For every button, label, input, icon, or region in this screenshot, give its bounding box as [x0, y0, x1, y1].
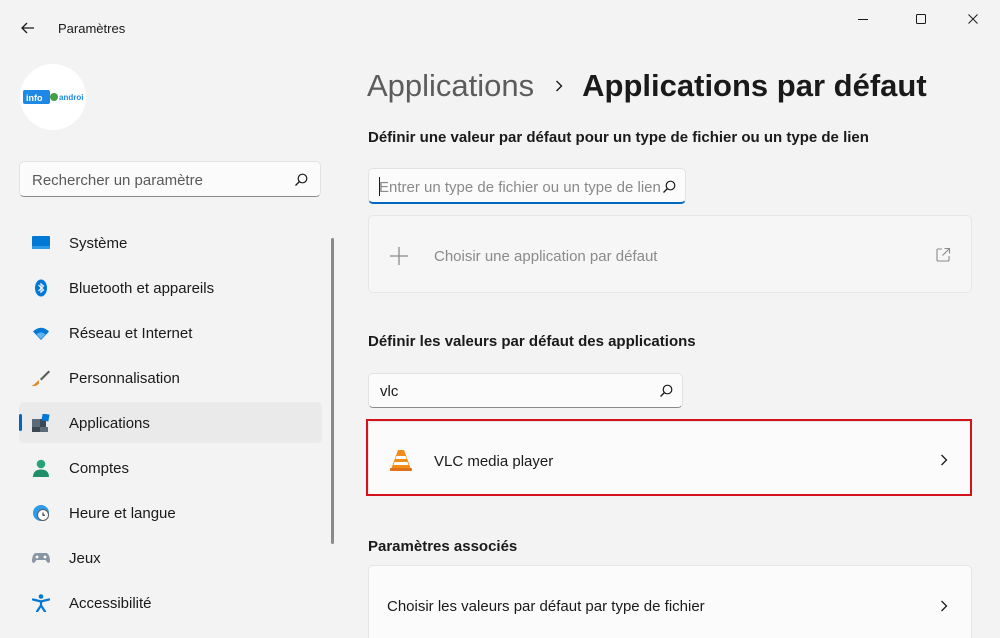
avatar-text-2: android: [59, 93, 84, 102]
bluetooth-icon: [35, 279, 47, 297]
text-caret: [379, 177, 380, 196]
breadcrumb: Applications Applications par défaut: [367, 66, 927, 106]
sidebar-item-personnalisation[interactable]: Personnalisation: [19, 357, 322, 398]
apps-icon: [32, 414, 50, 432]
minimize-icon: [858, 19, 868, 20]
app-search-input[interactable]: [380, 381, 640, 401]
chevron-right-icon: [941, 600, 948, 612]
open-external-icon: [936, 247, 951, 262]
selection-indicator: [19, 414, 22, 431]
sidebar-item-applications[interactable]: Applications: [19, 402, 322, 443]
close-icon: [968, 14, 978, 24]
choose-default-app-label: Choisir une application par défaut: [434, 248, 658, 265]
file-type-search-input[interactable]: [379, 177, 669, 197]
sidebar-item-accessibilite[interactable]: Accessibilité: [19, 582, 322, 623]
maximize-icon: [916, 14, 926, 24]
gamepad-icon: [32, 553, 50, 563]
file-type-section-heading: Définir une valeur par défaut pour un ty…: [368, 129, 869, 146]
sidebar-item-label: Heure et langue: [69, 505, 176, 522]
sidebar-item-comptes[interactable]: Comptes: [19, 447, 322, 488]
window-title: Paramètres: [58, 21, 126, 36]
breadcrumb-parent[interactable]: Applications: [367, 68, 534, 104]
maximize-button[interactable]: [899, 8, 943, 30]
related-section-heading: Paramètres associés: [368, 538, 518, 555]
chevron-right-icon: [554, 79, 564, 93]
display-icon: [32, 236, 50, 249]
brush-icon: [32, 370, 50, 387]
related-setting-file-type-defaults[interactable]: Choisir les valeurs par défaut par type …: [368, 565, 972, 638]
plus-icon: [390, 247, 408, 265]
info2android-logo-icon: info android: [23, 90, 84, 104]
sidebar-item-label: Jeux: [69, 550, 101, 567]
sidebar-item-reseau[interactable]: Réseau et Internet: [19, 312, 322, 353]
accessibility-icon: [32, 594, 50, 612]
sidebar-item-systeme[interactable]: Système: [19, 222, 322, 263]
search-icon: [663, 180, 676, 193]
sidebar-item-jeux[interactable]: Jeux: [19, 537, 322, 578]
person-icon: [33, 459, 49, 477]
avatar-text-1: info: [26, 93, 43, 103]
choose-default-app-card[interactable]: Choisir une application par défaut: [368, 215, 972, 293]
apps-section-heading: Définir les valeurs par défaut des appli…: [368, 333, 696, 350]
sidebar-item-heure-langue[interactable]: Heure et langue: [19, 492, 322, 533]
back-button[interactable]: [14, 14, 42, 42]
sidebar-item-label: Accessibilité: [69, 595, 152, 612]
sidebar-nav: Système Bluetooth et appareils Réseau et…: [19, 222, 322, 627]
related-setting-label: Choisir les valeurs par défaut par type …: [387, 598, 705, 615]
sidebar-item-label: Système: [69, 235, 128, 252]
sidebar-scrollbar[interactable]: [331, 238, 334, 544]
sidebar-item-label: Réseau et Internet: [69, 325, 193, 342]
minimize-button[interactable]: [841, 8, 885, 30]
sidebar-item-bluetooth[interactable]: Bluetooth et appareils: [19, 267, 322, 308]
avatar[interactable]: info android: [20, 64, 86, 130]
sidebar-item-label: Personnalisation: [69, 370, 180, 387]
highlight-box: [366, 419, 972, 496]
settings-search-input[interactable]: [32, 170, 282, 190]
arrow-left-icon: [21, 22, 34, 34]
sidebar-item-label: Bluetooth et appareils: [69, 280, 215, 297]
search-icon: [295, 173, 308, 186]
app-search-box[interactable]: [368, 373, 683, 408]
title-bar: Paramètres: [0, 0, 1000, 36]
page-title: Applications par défaut: [582, 68, 927, 103]
wifi-icon: [33, 327, 49, 340]
close-button[interactable]: [951, 8, 995, 30]
sidebar-item-label: Applications: [69, 415, 150, 432]
file-type-search-box[interactable]: [368, 168, 686, 204]
search-icon: [660, 384, 673, 397]
settings-search-box[interactable]: [19, 161, 321, 197]
globe-clock-icon: [33, 505, 49, 521]
sidebar-item-label: Comptes: [69, 460, 130, 477]
